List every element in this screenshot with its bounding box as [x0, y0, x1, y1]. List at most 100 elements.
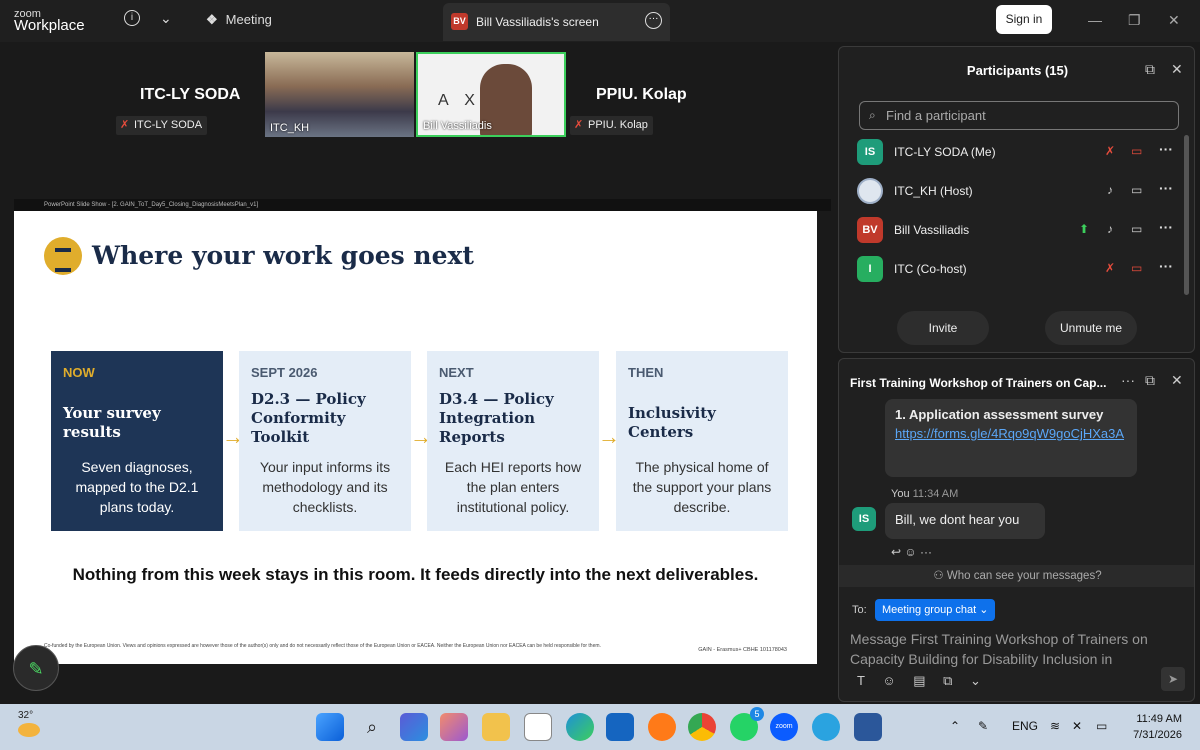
chrome-icon[interactable] [688, 713, 716, 741]
chat-toolbar[interactable]: T ☺ ▤ ⧉ ⌄ [857, 673, 981, 689]
windows-taskbar: 32° ⌕ 5 zoom ⌃ ✎ ENG ≋ ✕ ▭ 11:49 AM 7/31… [0, 704, 1200, 750]
message-actions[interactable]: ↩ ☺ ··· [891, 545, 932, 559]
card-tag: NEXT [439, 365, 474, 380]
more-options-icon[interactable]: ··· [645, 12, 662, 29]
participant-row[interactable]: ITC_KH (Host) ♪ ▭ ··· [857, 176, 1179, 206]
video-icon[interactable]: ▭ [1131, 183, 1142, 197]
search-icon[interactable]: ⌕ [358, 713, 386, 741]
share-label: Bill Vassiliadis's screen [476, 15, 599, 29]
card-tag: SEPT 2026 [251, 365, 318, 380]
card-title: Inclusivity Centers [628, 404, 716, 441]
meeting-label: Meeting [225, 12, 272, 27]
meeting-menu[interactable]: ❖ Meeting [206, 12, 272, 28]
video-off-icon[interactable]: ▭ [1131, 261, 1142, 275]
participant-search-input[interactable]: ⌕ Find a participant [859, 101, 1179, 130]
card-tag: NOW [63, 365, 95, 380]
sign-in-button[interactable]: Sign in [996, 5, 1052, 34]
edge-icon[interactable] [566, 713, 594, 741]
paw-icon: ❖ [206, 12, 218, 27]
whatsapp-icon[interactable]: 5 [730, 707, 764, 741]
popout-icon[interactable]: ⧉ [1145, 372, 1155, 389]
chat-message-survey: 1. Application assessment survey https:/… [885, 399, 1137, 477]
more-icon[interactable]: ··· [1159, 258, 1173, 274]
participant-row[interactable]: I ITC (Co-host) ✗ ▭ ··· [857, 254, 1179, 284]
store-icon[interactable] [524, 713, 552, 741]
mic-muted-icon[interactable]: ✗ [1105, 144, 1115, 158]
zoom-app-icon[interactable]: zoom [770, 713, 798, 741]
video-tile-right-name: PPIU. Kolap [596, 86, 687, 103]
card-tag: THEN [628, 365, 664, 380]
card-desc: Your input informs its methodology and i… [259, 459, 391, 515]
chevron-up-icon[interactable]: ⌃ [950, 719, 960, 733]
firefox-icon[interactable] [648, 713, 676, 741]
video-off-icon[interactable]: ▭ [1131, 144, 1142, 158]
slide-bottom-line: Nothing from this week stays in this roo… [72, 565, 759, 584]
volume-muted-icon[interactable]: ✕ [1072, 719, 1082, 733]
mic-icon[interactable]: ♪ [1107, 183, 1113, 197]
clock-date: 7/31/2026 [1133, 729, 1182, 741]
popout-icon[interactable]: ⧉ [1145, 61, 1155, 78]
battery-icon[interactable]: ▭ [1096, 719, 1107, 733]
system-clock[interactable]: 11:49 AM 7/31/2026 [1126, 711, 1182, 743]
more-icon[interactable]: ··· [1159, 141, 1173, 157]
info-icon[interactable]: i [124, 10, 140, 26]
title-bar: zoom Workplace i ⌄ ❖ Meeting BV Bill Vass… [0, 0, 1200, 42]
invite-button[interactable]: Invite [897, 311, 989, 345]
more-icon[interactable]: ··· [1159, 219, 1173, 235]
participant-row[interactable]: IS ITC-LY SODA (Me) ✗ ▭ ··· [857, 137, 1179, 167]
chevron-down-icon[interactable]: ⌄ [160, 10, 172, 27]
language-indicator[interactable]: ENG [1012, 719, 1038, 733]
card-sept-2026: SEPT 2026 D2.3 — Policy Conformity Toolk… [239, 351, 411, 531]
message-meta: You 11:34 AM [891, 488, 958, 500]
pen-icon[interactable]: ✎ [978, 719, 988, 733]
video-tile-left-name: ITC-LY SODA [140, 86, 241, 103]
weather-icon [18, 723, 40, 737]
survey-link[interactable]: https://forms.gle/4Rqo9qW9goCjHXa3A [895, 425, 1127, 443]
word-icon[interactable] [854, 713, 882, 741]
video-icon[interactable]: ▭ [1131, 222, 1142, 236]
thumb-name: ITC_KH [270, 122, 310, 134]
card-then: THEN Inclusivity Centers The physical ho… [616, 351, 788, 531]
minimize-icon[interactable]: — [1088, 12, 1102, 28]
slide-footer-disclaimer: Co-funded by the European Union. Views a… [44, 643, 601, 649]
chat-message-input[interactable]: Message First Training Workshop of Train… [850, 629, 1185, 669]
mic-icon[interactable]: ♪ [1107, 222, 1113, 236]
screen-share-tab[interactable]: BV Bill Vassiliadis's screen ··· [443, 3, 670, 41]
more-icon[interactable]: ··· [1121, 372, 1135, 388]
chat-title: First Training Workshop of Trainers on C… [850, 376, 1107, 390]
more-icon[interactable]: ··· [1159, 180, 1173, 196]
participant-row[interactable]: BV Bill Vassiliadis ⬆ ♪ ▭ ··· [857, 215, 1179, 245]
card-title: D2.3 — Policy Conformity Toolkit [251, 390, 366, 446]
telegram-icon[interactable] [812, 713, 840, 741]
task-view-icon[interactable] [400, 713, 428, 741]
wifi-icon[interactable]: ≋ [1050, 719, 1060, 733]
start-icon[interactable] [316, 713, 344, 741]
left-tag-label: ITC-LY SODA [134, 119, 203, 131]
file-explorer-icon[interactable] [482, 713, 510, 741]
mic-muted-icon: ✗ [120, 119, 130, 131]
unmute-me-button[interactable]: Unmute me [1045, 311, 1137, 345]
recipient-dropdown[interactable]: Meeting group chat ⌄ [875, 599, 996, 621]
temperature: 32° [18, 710, 34, 721]
close-window-icon[interactable]: ✕ [1168, 12, 1180, 29]
video-thumb-itc-kh[interactable]: ITC_KH [265, 52, 414, 137]
close-panel-icon[interactable]: ✕ [1171, 61, 1183, 78]
outlook-icon[interactable] [606, 713, 634, 741]
participants-scrollbar[interactable] [1184, 135, 1189, 295]
close-panel-icon[interactable]: ✕ [1171, 372, 1183, 389]
video-thumb-bill[interactable]: A X M Bill Vassiliadis [416, 52, 566, 137]
who-can-see-messages[interactable]: ⚇ Who can see your messages? [839, 565, 1194, 587]
annotate-pencil-button[interactable]: ✎ [13, 645, 59, 691]
zoom-logo: zoom Workplace [14, 8, 85, 34]
copilot-icon[interactable] [440, 713, 468, 741]
send-icon[interactable]: ➤ [1161, 667, 1185, 691]
video-tile-left-tag: ✗ ITC-LY SODA [116, 116, 208, 135]
mic-muted-icon[interactable]: ✗ [1105, 261, 1115, 275]
share-screen-icon: ⬆ [1079, 222, 1090, 236]
message-title: 1. Application assessment survey [895, 407, 1104, 422]
participant-name: ITC (Co-host) [894, 262, 967, 276]
participants-panel: Participants (15) ⧉ ✕ ⌕ Find a participan… [838, 46, 1195, 353]
logo-line2: Workplace [14, 17, 85, 34]
weather-widget[interactable]: 32° [18, 710, 40, 737]
restore-icon[interactable]: ❐ [1128, 12, 1141, 29]
